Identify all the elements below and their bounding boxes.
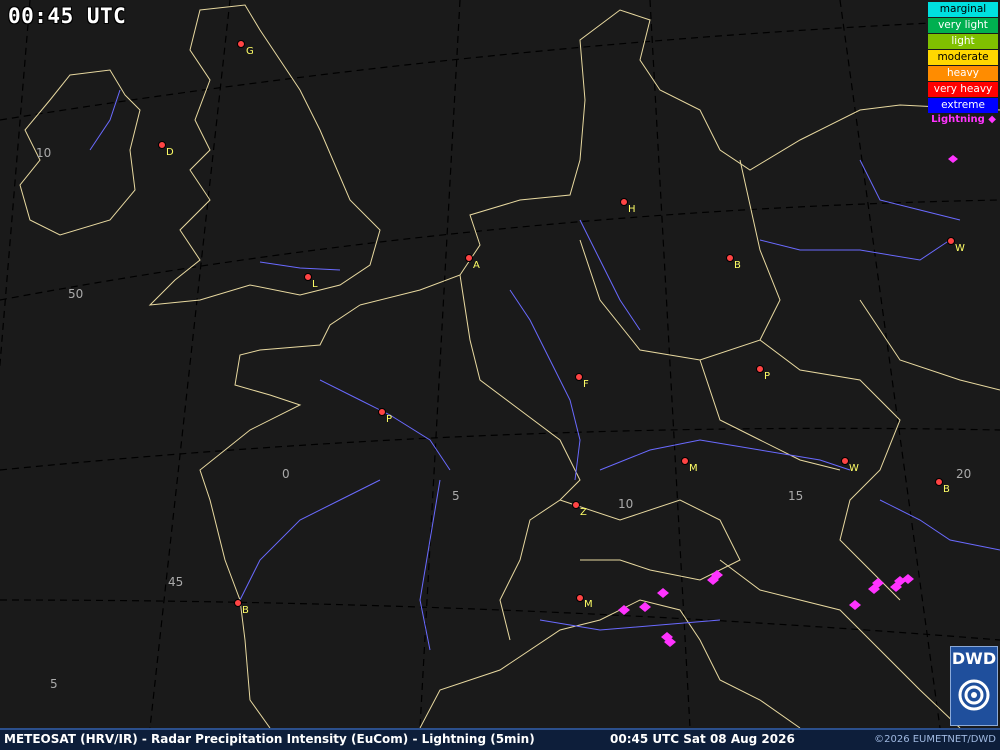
time-display: 00:45 UTC xyxy=(8,4,127,28)
svg-text:F: F xyxy=(583,379,589,390)
intensity-legend: marginal very light light moderate heavy very… xyxy=(928,2,998,125)
timestamp: 00:45 UTC Sat 08 Aug 2026 xyxy=(610,732,795,746)
weather-map: 10 50 0 5 10 15 20 45 5 G D A H B W L F … xyxy=(0,0,1000,728)
logo-text: DWD xyxy=(951,649,997,668)
grid-label: 45 xyxy=(168,575,183,589)
svg-text:M: M xyxy=(689,463,698,474)
grid-label: 5 xyxy=(50,677,58,691)
grid-label: 10 xyxy=(618,497,633,511)
svg-text:Z: Z xyxy=(580,507,587,518)
svg-text:H: H xyxy=(628,204,636,215)
grid-label: 0 xyxy=(282,467,290,481)
svg-text:W: W xyxy=(955,243,965,254)
svg-text:P: P xyxy=(386,414,392,425)
legend-item: marginal xyxy=(928,2,998,17)
grid-label: 10 xyxy=(36,146,51,160)
svg-text:W: W xyxy=(849,463,859,474)
grid-label: 50 xyxy=(68,287,83,301)
dwd-logo: DWD xyxy=(950,646,998,726)
grid-label: 5 xyxy=(452,489,460,503)
svg-text:L: L xyxy=(312,279,318,290)
product-description: METEOSAT (HRV/IR) - Radar Precipitation … xyxy=(4,732,535,746)
svg-text:B: B xyxy=(242,605,249,616)
legend-item: very light xyxy=(928,18,998,33)
svg-text:B: B xyxy=(734,260,741,271)
grid-label: 20 xyxy=(956,467,971,481)
svg-text:G: G xyxy=(246,46,254,57)
svg-text:D: D xyxy=(166,147,174,158)
legend-item: moderate xyxy=(928,50,998,65)
footer-bar: METEOSAT (HRV/IR) - Radar Precipitation … xyxy=(0,728,1000,750)
legend-item: very heavy xyxy=(928,82,998,97)
grid-label: 15 xyxy=(788,489,803,503)
legend-item: extreme xyxy=(928,98,998,113)
legend-item: heavy xyxy=(928,66,998,81)
svg-text:M: M xyxy=(584,599,593,610)
swirl-icon xyxy=(958,679,990,711)
svg-text:A: A xyxy=(473,260,480,271)
copyright: ©2026 EUMETNET/DWD xyxy=(874,734,996,745)
legend-item: light xyxy=(928,34,998,49)
legend-lightning: Lightning ◆ xyxy=(931,114,996,125)
svg-text:B: B xyxy=(943,484,950,495)
svg-text:P: P xyxy=(764,371,770,382)
